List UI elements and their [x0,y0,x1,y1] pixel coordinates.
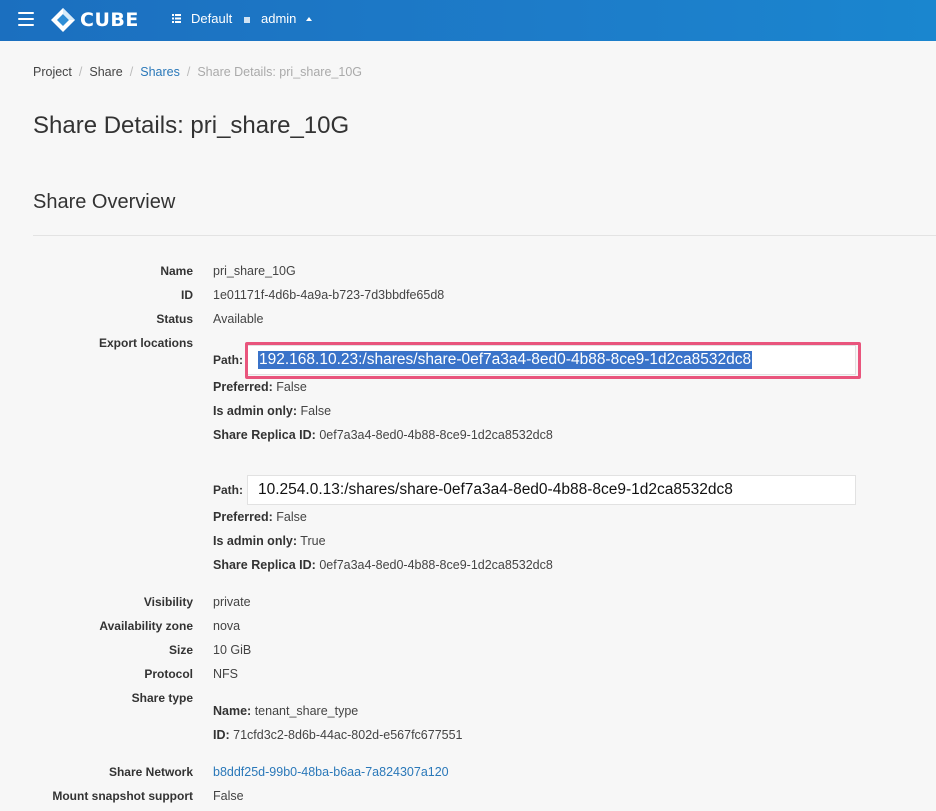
size-label: Size [168,643,193,657]
replica-id-row: Share Replica ID: 0ef7a3a4-8ed0-4b88-8ce… [213,428,553,442]
availability-zone-value: nova [213,619,241,633]
share-type-name-row: Name: tenant_share_type [213,704,358,718]
caret-up-icon [306,16,313,21]
admin-only-row: Is admin only: True [213,534,326,548]
top-navbar: CUBE Default admin [0,0,936,41]
breadcrumb: Project / Share / Shares / Share Details… [33,65,362,79]
cube-logo-icon [51,8,75,32]
share-type-id-row: ID: 71cfd3c2-8d6b-44ac-802d-e567fc677551 [213,728,463,742]
replica-id-label: Share Replica ID: [213,558,316,572]
name-value: pri_share_10G [213,264,296,278]
section-divider [33,235,936,236]
id-value: 1e01171f-4d6b-4a9a-b723-7d3bbdfe65d8 [213,288,445,302]
mount-snapshot-value: False [213,789,244,803]
preferred-label: Preferred: [213,380,273,394]
export-path-value: 10.254.0.13:/shares/share-0ef7a3a4-8ed0-… [258,481,733,498]
preferred-label: Preferred: [213,510,273,524]
preferred-row: Preferred: False [213,380,307,394]
name-label: Name [160,264,193,278]
project-name: Default [191,11,233,26]
list-icon [172,14,181,23]
replica-id-value: 0ef7a3a4-8ed0-4b88-8ce9-1d2ca8532dc8 [319,558,553,572]
breadcrumb-separator: / [186,65,191,79]
breadcrumb-shares-link[interactable]: Shares [140,65,180,79]
availability-zone-label: Availability zone [99,619,193,633]
highlight-annotation [245,342,861,379]
preferred-value: False [276,510,307,524]
user-icon [244,17,250,23]
replica-id-value: 0ef7a3a4-8ed0-4b88-8ce9-1d2ca8532dc8 [319,428,553,442]
hamburger-menu-icon[interactable] [18,12,34,26]
share-type-label: Share type [131,691,193,705]
share-network-link[interactable]: b8ddf25d-99b0-48ba-b6aa-7a824307a120 [213,765,449,779]
path-label: Path: [213,483,243,497]
export-path-row: Path: 10.254.0.13:/shares/share-0ef7a3a4… [213,475,856,505]
status-value: Available [213,312,264,326]
replica-id-label: Share Replica ID: [213,428,316,442]
visibility-value: private [213,595,251,609]
admin-only-label: Is admin only: [213,404,298,418]
export-locations-label: Export locations [98,336,193,350]
preferred-value: False [276,380,307,394]
breadcrumb-project: Project [33,65,72,79]
export-path-field[interactable]: 10.254.0.13:/shares/share-0ef7a3a4-8ed0-… [247,475,856,505]
admin-only-row: Is admin only: False [213,404,331,418]
size-value: 10 GiB [213,643,252,657]
protocol-value: NFS [213,667,238,681]
logo-text: CUBE [80,9,139,31]
id-label: ID [181,288,193,302]
section-title: Share Overview [33,191,176,213]
protocol-label: Protocol [144,667,193,681]
share-type-id-label: ID: [213,728,230,742]
breadcrumb-separator: / [129,65,134,79]
preferred-row: Preferred: False [213,510,307,524]
share-type-name-value: tenant_share_type [254,704,359,718]
mount-snapshot-label: Mount snapshot support [52,789,193,803]
admin-only-label: Is admin only: [213,534,298,548]
share-type-name-label: Name: [213,704,252,718]
visibility-label: Visibility [143,595,193,609]
project-selector[interactable]: Default [172,11,232,26]
user-menu[interactable]: admin [244,11,313,26]
replica-id-row: Share Replica ID: 0ef7a3a4-8ed0-4b88-8ce… [213,558,553,572]
cube-logo[interactable]: CUBE [50,6,139,34]
admin-only-value: False [300,404,332,418]
page-title: Share Details: pri_share_10G [33,112,350,139]
share-type-id-value: 71cfd3c2-8d6b-44ac-802d-e567fc677551 [233,728,463,742]
admin-only-value: True [300,534,326,548]
status-label: Status [156,312,193,326]
path-label: Path: [213,353,243,367]
breadcrumb-separator: / [78,65,83,79]
user-name: admin [261,11,297,26]
share-network-label: Share Network [108,765,193,779]
breadcrumb-share: Share [89,65,123,79]
breadcrumb-current: Share Details: pri_share_10G [197,65,363,79]
